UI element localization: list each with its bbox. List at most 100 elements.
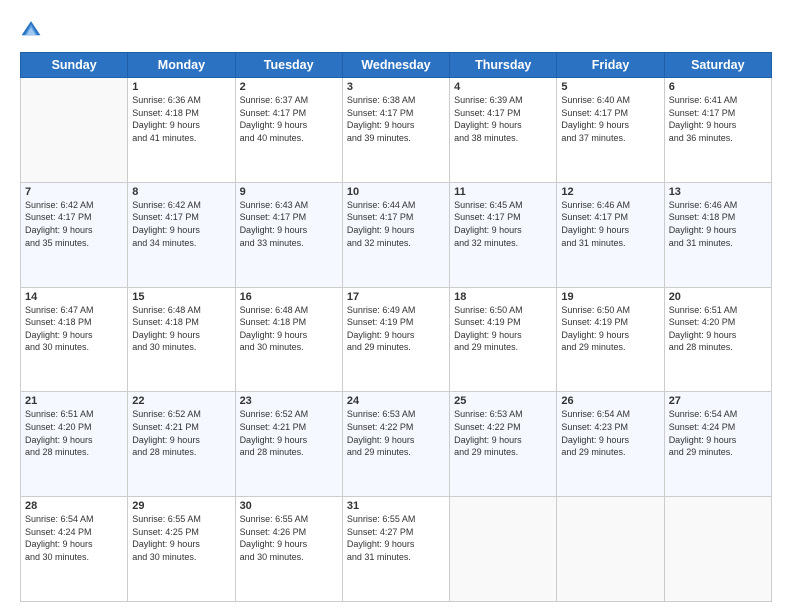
day-number: 24 — [347, 395, 445, 407]
calendar-week-5: 28Sunrise: 6:54 AM Sunset: 4:24 PM Dayli… — [21, 497, 772, 602]
calendar-cell: 10Sunrise: 6:44 AM Sunset: 4:17 PM Dayli… — [342, 182, 449, 287]
cell-info: Sunrise: 6:55 AM Sunset: 4:25 PM Dayligh… — [132, 513, 230, 563]
calendar-cell — [21, 78, 128, 183]
calendar-cell: 18Sunrise: 6:50 AM Sunset: 4:19 PM Dayli… — [450, 287, 557, 392]
cell-info: Sunrise: 6:50 AM Sunset: 4:19 PM Dayligh… — [454, 304, 552, 354]
weekday-header-wednesday: Wednesday — [342, 53, 449, 78]
calendar-cell: 4Sunrise: 6:39 AM Sunset: 4:17 PM Daylig… — [450, 78, 557, 183]
cell-info: Sunrise: 6:38 AM Sunset: 4:17 PM Dayligh… — [347, 94, 445, 144]
day-number: 13 — [669, 186, 767, 198]
day-number: 22 — [132, 395, 230, 407]
cell-info: Sunrise: 6:48 AM Sunset: 4:18 PM Dayligh… — [240, 304, 338, 354]
calendar-cell: 21Sunrise: 6:51 AM Sunset: 4:20 PM Dayli… — [21, 392, 128, 497]
weekday-header-row: SundayMondayTuesdayWednesdayThursdayFrid… — [21, 53, 772, 78]
calendar-cell — [557, 497, 664, 602]
calendar-cell: 17Sunrise: 6:49 AM Sunset: 4:19 PM Dayli… — [342, 287, 449, 392]
logo-icon — [20, 18, 42, 40]
cell-info: Sunrise: 6:40 AM Sunset: 4:17 PM Dayligh… — [561, 94, 659, 144]
cell-info: Sunrise: 6:54 AM Sunset: 4:24 PM Dayligh… — [25, 513, 123, 563]
cell-info: Sunrise: 6:50 AM Sunset: 4:19 PM Dayligh… — [561, 304, 659, 354]
cell-info: Sunrise: 6:41 AM Sunset: 4:17 PM Dayligh… — [669, 94, 767, 144]
day-number: 5 — [561, 81, 659, 93]
day-number: 29 — [132, 500, 230, 512]
calendar-cell: 19Sunrise: 6:50 AM Sunset: 4:19 PM Dayli… — [557, 287, 664, 392]
cell-info: Sunrise: 6:36 AM Sunset: 4:18 PM Dayligh… — [132, 94, 230, 144]
day-number: 26 — [561, 395, 659, 407]
cell-info: Sunrise: 6:48 AM Sunset: 4:18 PM Dayligh… — [132, 304, 230, 354]
calendar-cell: 8Sunrise: 6:42 AM Sunset: 4:17 PM Daylig… — [128, 182, 235, 287]
calendar-cell: 24Sunrise: 6:53 AM Sunset: 4:22 PM Dayli… — [342, 392, 449, 497]
calendar-cell: 2Sunrise: 6:37 AM Sunset: 4:17 PM Daylig… — [235, 78, 342, 183]
calendar-cell: 3Sunrise: 6:38 AM Sunset: 4:17 PM Daylig… — [342, 78, 449, 183]
day-number: 18 — [454, 291, 552, 303]
day-number: 1 — [132, 81, 230, 93]
header — [20, 18, 772, 40]
calendar-table: SundayMondayTuesdayWednesdayThursdayFrid… — [20, 52, 772, 602]
calendar-week-1: 1Sunrise: 6:36 AM Sunset: 4:18 PM Daylig… — [21, 78, 772, 183]
cell-info: Sunrise: 6:43 AM Sunset: 4:17 PM Dayligh… — [240, 199, 338, 249]
cell-info: Sunrise: 6:54 AM Sunset: 4:23 PM Dayligh… — [561, 408, 659, 458]
day-number: 23 — [240, 395, 338, 407]
cell-info: Sunrise: 6:53 AM Sunset: 4:22 PM Dayligh… — [347, 408, 445, 458]
logo — [20, 18, 44, 40]
cell-info: Sunrise: 6:44 AM Sunset: 4:17 PM Dayligh… — [347, 199, 445, 249]
calendar-cell: 14Sunrise: 6:47 AM Sunset: 4:18 PM Dayli… — [21, 287, 128, 392]
calendar-cell: 25Sunrise: 6:53 AM Sunset: 4:22 PM Dayli… — [450, 392, 557, 497]
weekday-header-monday: Monday — [128, 53, 235, 78]
calendar-cell: 22Sunrise: 6:52 AM Sunset: 4:21 PM Dayli… — [128, 392, 235, 497]
day-number: 30 — [240, 500, 338, 512]
calendar-cell — [664, 497, 771, 602]
day-number: 6 — [669, 81, 767, 93]
day-number: 25 — [454, 395, 552, 407]
cell-info: Sunrise: 6:46 AM Sunset: 4:18 PM Dayligh… — [669, 199, 767, 249]
calendar-cell: 11Sunrise: 6:45 AM Sunset: 4:17 PM Dayli… — [450, 182, 557, 287]
weekday-header-thursday: Thursday — [450, 53, 557, 78]
cell-info: Sunrise: 6:55 AM Sunset: 4:26 PM Dayligh… — [240, 513, 338, 563]
day-number: 14 — [25, 291, 123, 303]
cell-info: Sunrise: 6:42 AM Sunset: 4:17 PM Dayligh… — [25, 199, 123, 249]
cell-info: Sunrise: 6:53 AM Sunset: 4:22 PM Dayligh… — [454, 408, 552, 458]
cell-info: Sunrise: 6:45 AM Sunset: 4:17 PM Dayligh… — [454, 199, 552, 249]
calendar-cell: 16Sunrise: 6:48 AM Sunset: 4:18 PM Dayli… — [235, 287, 342, 392]
day-number: 16 — [240, 291, 338, 303]
day-number: 8 — [132, 186, 230, 198]
calendar-cell: 5Sunrise: 6:40 AM Sunset: 4:17 PM Daylig… — [557, 78, 664, 183]
day-number: 21 — [25, 395, 123, 407]
calendar-cell: 15Sunrise: 6:48 AM Sunset: 4:18 PM Dayli… — [128, 287, 235, 392]
cell-info: Sunrise: 6:39 AM Sunset: 4:17 PM Dayligh… — [454, 94, 552, 144]
cell-info: Sunrise: 6:52 AM Sunset: 4:21 PM Dayligh… — [240, 408, 338, 458]
cell-info: Sunrise: 6:46 AM Sunset: 4:17 PM Dayligh… — [561, 199, 659, 249]
weekday-header-saturday: Saturday — [664, 53, 771, 78]
cell-info: Sunrise: 6:54 AM Sunset: 4:24 PM Dayligh… — [669, 408, 767, 458]
day-number: 17 — [347, 291, 445, 303]
day-number: 11 — [454, 186, 552, 198]
calendar-cell: 26Sunrise: 6:54 AM Sunset: 4:23 PM Dayli… — [557, 392, 664, 497]
calendar-week-3: 14Sunrise: 6:47 AM Sunset: 4:18 PM Dayli… — [21, 287, 772, 392]
calendar-cell: 12Sunrise: 6:46 AM Sunset: 4:17 PM Dayli… — [557, 182, 664, 287]
day-number: 20 — [669, 291, 767, 303]
day-number: 2 — [240, 81, 338, 93]
cell-info: Sunrise: 6:51 AM Sunset: 4:20 PM Dayligh… — [669, 304, 767, 354]
calendar-cell: 7Sunrise: 6:42 AM Sunset: 4:17 PM Daylig… — [21, 182, 128, 287]
calendar-week-4: 21Sunrise: 6:51 AM Sunset: 4:20 PM Dayli… — [21, 392, 772, 497]
weekday-header-tuesday: Tuesday — [235, 53, 342, 78]
day-number: 12 — [561, 186, 659, 198]
calendar-cell: 1Sunrise: 6:36 AM Sunset: 4:18 PM Daylig… — [128, 78, 235, 183]
cell-info: Sunrise: 6:49 AM Sunset: 4:19 PM Dayligh… — [347, 304, 445, 354]
cell-info: Sunrise: 6:37 AM Sunset: 4:17 PM Dayligh… — [240, 94, 338, 144]
day-number: 7 — [25, 186, 123, 198]
calendar-cell: 29Sunrise: 6:55 AM Sunset: 4:25 PM Dayli… — [128, 497, 235, 602]
calendar-cell: 9Sunrise: 6:43 AM Sunset: 4:17 PM Daylig… — [235, 182, 342, 287]
day-number: 15 — [132, 291, 230, 303]
page: SundayMondayTuesdayWednesdayThursdayFrid… — [0, 0, 792, 612]
calendar-cell — [450, 497, 557, 602]
day-number: 31 — [347, 500, 445, 512]
calendar-cell: 6Sunrise: 6:41 AM Sunset: 4:17 PM Daylig… — [664, 78, 771, 183]
day-number: 3 — [347, 81, 445, 93]
calendar-cell: 30Sunrise: 6:55 AM Sunset: 4:26 PM Dayli… — [235, 497, 342, 602]
cell-info: Sunrise: 6:51 AM Sunset: 4:20 PM Dayligh… — [25, 408, 123, 458]
weekday-header-friday: Friday — [557, 53, 664, 78]
day-number: 27 — [669, 395, 767, 407]
day-number: 28 — [25, 500, 123, 512]
calendar-cell: 27Sunrise: 6:54 AM Sunset: 4:24 PM Dayli… — [664, 392, 771, 497]
